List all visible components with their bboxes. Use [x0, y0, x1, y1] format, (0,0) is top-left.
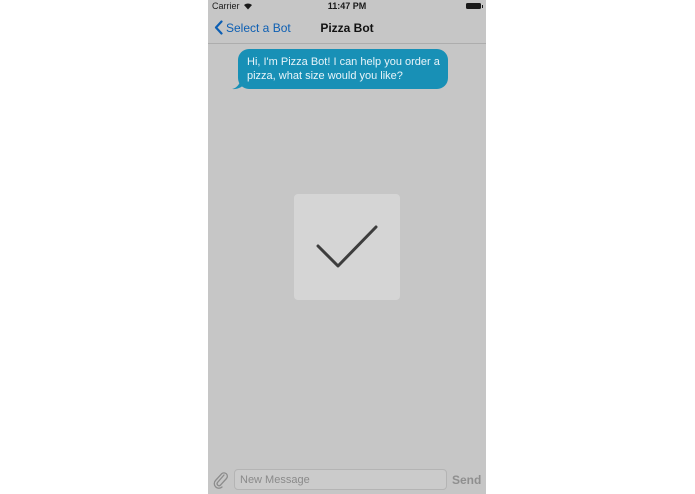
- bot-message-text: Hi, I'm Pizza Bot! I can help you order …: [247, 56, 440, 82]
- page-title: Pizza Bot: [320, 21, 374, 35]
- battery-icon: [466, 3, 483, 9]
- paperclip-icon[interactable]: [213, 471, 229, 489]
- navigation-bar: Select a Bot Pizza Bot: [208, 14, 486, 44]
- status-bar: Carrier 11:47 PM: [208, 0, 486, 14]
- message-composer: Send: [208, 465, 486, 494]
- send-button[interactable]: Send: [452, 473, 481, 487]
- message-input[interactable]: [234, 469, 447, 490]
- checkmark-icon: [316, 225, 378, 268]
- status-time: 11:47 PM: [327, 1, 367, 11]
- phone-screen: Carrier 11:47 PM Select a Bot Pizza Bot …: [208, 0, 486, 494]
- success-overlay: [294, 194, 400, 300]
- bot-message-bubble: Hi, I'm Pizza Bot! I can help you order …: [238, 49, 448, 89]
